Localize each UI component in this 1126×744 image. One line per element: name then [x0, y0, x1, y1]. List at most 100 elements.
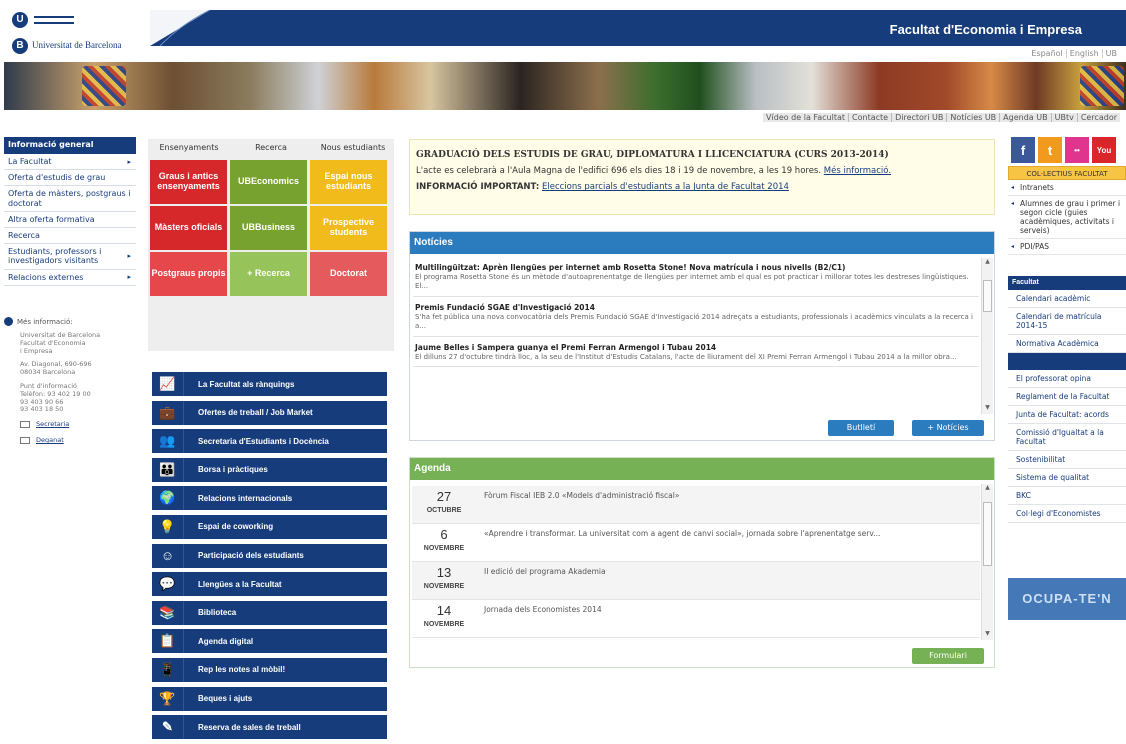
agenda-item[interactable]: 14 NOVEMBRE Jornada dels Economistes 2014 — [412, 600, 980, 638]
study-tile[interactable]: Postgraus propis — [150, 252, 227, 296]
more-news-button[interactable]: + Notícies — [912, 420, 984, 436]
twitter-icon[interactable]: t — [1038, 137, 1062, 163]
news-item[interactable]: Premis Fundació SGAE d'Investigació 2014… — [413, 300, 979, 337]
nav-item[interactable]: Oferta de màsters, postgraus i doctorat — [4, 186, 136, 212]
service-button[interactable]: ☺ Participació dels estudiants — [152, 543, 387, 568]
service-button[interactable]: 📋 Agenda digital — [152, 629, 387, 654]
service-button[interactable]: 📈 La Facultat als rànquings — [152, 372, 387, 396]
ub-logo[interactable]: U B Universitat de Barcelona — [4, 10, 150, 60]
top-link[interactable]: Notícies UB — [947, 113, 1001, 122]
participation-icon: ☺ — [152, 543, 184, 568]
service-button[interactable]: 🏆 Beques i ajuts — [152, 686, 387, 711]
deganat-link[interactable]: Deganat — [4, 436, 136, 444]
header: U B Universitat de Barcelona Facultat d'… — [0, 0, 1126, 127]
study-tile[interactable]: Màsters oficials — [150, 206, 227, 250]
study-tile[interactable]: UBBusiness — [230, 206, 307, 250]
study-tile[interactable]: Espai nous estudiants — [310, 160, 387, 204]
scroll-down-icon[interactable]: ▼ — [982, 630, 993, 640]
nav-heading[interactable]: Informació general — [4, 137, 136, 154]
scroll-up-icon[interactable]: ▲ — [982, 258, 993, 268]
news-title[interactable]: Premis Fundació SGAE d'Investigació 2014 — [415, 303, 977, 312]
facultat-link[interactable]: Col·legi d'Economistes — [1008, 505, 1126, 523]
colectiu-link[interactable]: ◂ PDI/PAS — [1008, 239, 1126, 255]
top-link[interactable]: Directori UB — [892, 113, 948, 122]
top-link[interactable]: UBtv — [1051, 113, 1078, 122]
colectiu-link[interactable]: ◂ Intranets — [1008, 180, 1126, 196]
agenda-panel: Agenda 27 OCTUBRE Fòrum Fiscal IEB 2.0 «Mo… — [409, 457, 995, 668]
agenda-text[interactable]: II edició del programa Akademia — [484, 567, 606, 576]
agenda-text[interactable]: Fòrum Fiscal IEB 2.0 «Models d'administr… — [484, 491, 679, 500]
facebook-icon[interactable]: f — [1011, 137, 1035, 163]
nav-item[interactable]: Recerca — [4, 228, 136, 245]
language-link[interactable]: UB — [1103, 49, 1120, 58]
agenda-text[interactable]: «Aprendre i transformar. La universitat … — [484, 529, 880, 538]
agenda-item[interactable]: 6 NOVEMBRE «Aprendre i transformar. La uni… — [412, 524, 980, 562]
study-tile[interactable]: UBEconomics — [230, 160, 307, 204]
header-banner-image — [4, 62, 1126, 110]
language-link[interactable]: Español — [1028, 49, 1067, 58]
study-tile[interactable]: Doctorat — [310, 252, 387, 296]
service-button[interactable]: 🌍 Relacions internacionals — [152, 486, 387, 511]
scroll-down-icon[interactable]: ▼ — [982, 404, 993, 414]
scroll-thumb[interactable] — [983, 502, 992, 566]
facultat-link[interactable]: El professorat opina — [1008, 370, 1126, 388]
news-item[interactable]: Jaume Belles i Sampera guanya el Premi F… — [413, 340, 979, 368]
news-scrollbar[interactable]: ▲ ▼ — [981, 258, 993, 414]
newsletter-button[interactable]: Butlletí — [828, 420, 894, 436]
service-button[interactable]: 💬 Llengües a la Facultat — [152, 572, 387, 597]
people-desk-icon: 👥 — [152, 429, 184, 454]
service-button[interactable]: 💡 Espai de coworking — [152, 514, 387, 539]
facultat-link[interactable]: Junta de Facultat: acords — [1008, 406, 1126, 424]
service-button[interactable]: 💼 Ofertes de treball / Job Market — [152, 400, 387, 425]
study-tile[interactable]: + Recerca — [230, 252, 307, 296]
service-label: Agenda digital — [198, 636, 254, 646]
agenda-day: 13 — [436, 565, 452, 580]
agenda-text[interactable]: Jornada dels Economistes 2014 — [484, 605, 602, 614]
facultat-link[interactable]: Sistema de qualitat — [1008, 469, 1126, 487]
top-link[interactable]: Cercador — [1077, 113, 1120, 122]
top-link[interactable]: Agenda UB — [1000, 113, 1052, 122]
nav-item[interactable]: Relacions externes ▸ — [4, 270, 136, 286]
nav-item[interactable]: Altra oferta formativa — [4, 212, 136, 228]
agenda-item[interactable]: 27 OCTUBRE Fòrum Fiscal IEB 2.0 «Models d'… — [412, 486, 980, 524]
agenda-scrollbar[interactable]: ▲ ▼ — [981, 484, 993, 640]
news-list: Multilingüitzat: Aprèn llengües per inte… — [413, 260, 979, 412]
study-tile[interactable]: Prospective students — [310, 206, 387, 250]
ocupate-banner[interactable]: OCUPA-TE'N — [1008, 578, 1126, 620]
nav-item[interactable]: La Facultat ▸ — [4, 154, 136, 171]
flickr-icon[interactable]: •• — [1065, 137, 1089, 163]
facultat-link[interactable]: Calendari acadèmic — [1008, 290, 1126, 308]
news-item[interactable]: Multilingüitzat: Aprèn llengües per inte… — [413, 260, 979, 297]
tab-ensenyaments[interactable]: Ensenyaments — [148, 139, 230, 158]
nav-item[interactable]: Estudiants, professors i investigadors v… — [4, 244, 136, 270]
facultat-link[interactable]: Normativa Acadèmica — [1008, 335, 1126, 353]
top-link[interactable]: Vídeo de la Facultat — [763, 113, 850, 122]
secretaria-link[interactable]: Secretaria — [4, 420, 136, 428]
scroll-thumb[interactable] — [983, 280, 992, 312]
youtube-icon[interactable]: You — [1092, 137, 1116, 163]
elections-link[interactable]: Eleccions parcials d'estudiants a la Jun… — [542, 182, 789, 192]
nav-item[interactable]: Oferta d'estudis de grau — [4, 170, 136, 187]
service-button[interactable]: 📱 Rep les notes al mòbil! — [152, 657, 387, 682]
study-tile[interactable]: Graus i antics ensenyaments — [150, 160, 227, 204]
facultat-link[interactable]: Reglament de la Facultat — [1008, 388, 1126, 406]
facultat-link[interactable]: Comissió d'Igualtat a la Facultat — [1008, 424, 1126, 451]
service-button[interactable]: 👪 Borsa i pràctiques — [152, 457, 387, 482]
news-title[interactable]: Jaume Belles i Sampera guanya el Premi F… — [415, 343, 977, 352]
facultat-link[interactable]: BKC — [1008, 487, 1126, 505]
nav-item-label: Relacions externes — [8, 272, 84, 282]
service-button[interactable]: 👥 Secretaria d'Estudiants i Docència — [152, 429, 387, 454]
more-info-link[interactable]: Més informació. — [824, 166, 891, 176]
facultat-link[interactable]: Calendari de matrícula 2014-15 — [1008, 308, 1126, 335]
service-button[interactable]: 📚 Biblioteca — [152, 600, 387, 625]
top-link[interactable]: Contacte — [849, 113, 893, 122]
form-button[interactable]: Formulari — [912, 648, 984, 664]
tab-nous-estudiants[interactable]: Nous estudiants — [312, 139, 394, 158]
language-link[interactable]: English — [1066, 49, 1103, 58]
news-title[interactable]: Multilingüitzat: Aprèn llengües per inte… — [415, 263, 977, 272]
tab-recerca[interactable]: Recerca — [230, 139, 312, 158]
colectiu-link[interactable]: ◂ Alumnes de grau i primer i segon cicle … — [1008, 196, 1126, 239]
scroll-up-icon[interactable]: ▲ — [982, 484, 993, 494]
facultat-link[interactable]: Sostenibilitat — [1008, 451, 1126, 469]
agenda-item[interactable]: 13 NOVEMBRE II edició del programa Akademi… — [412, 562, 980, 600]
